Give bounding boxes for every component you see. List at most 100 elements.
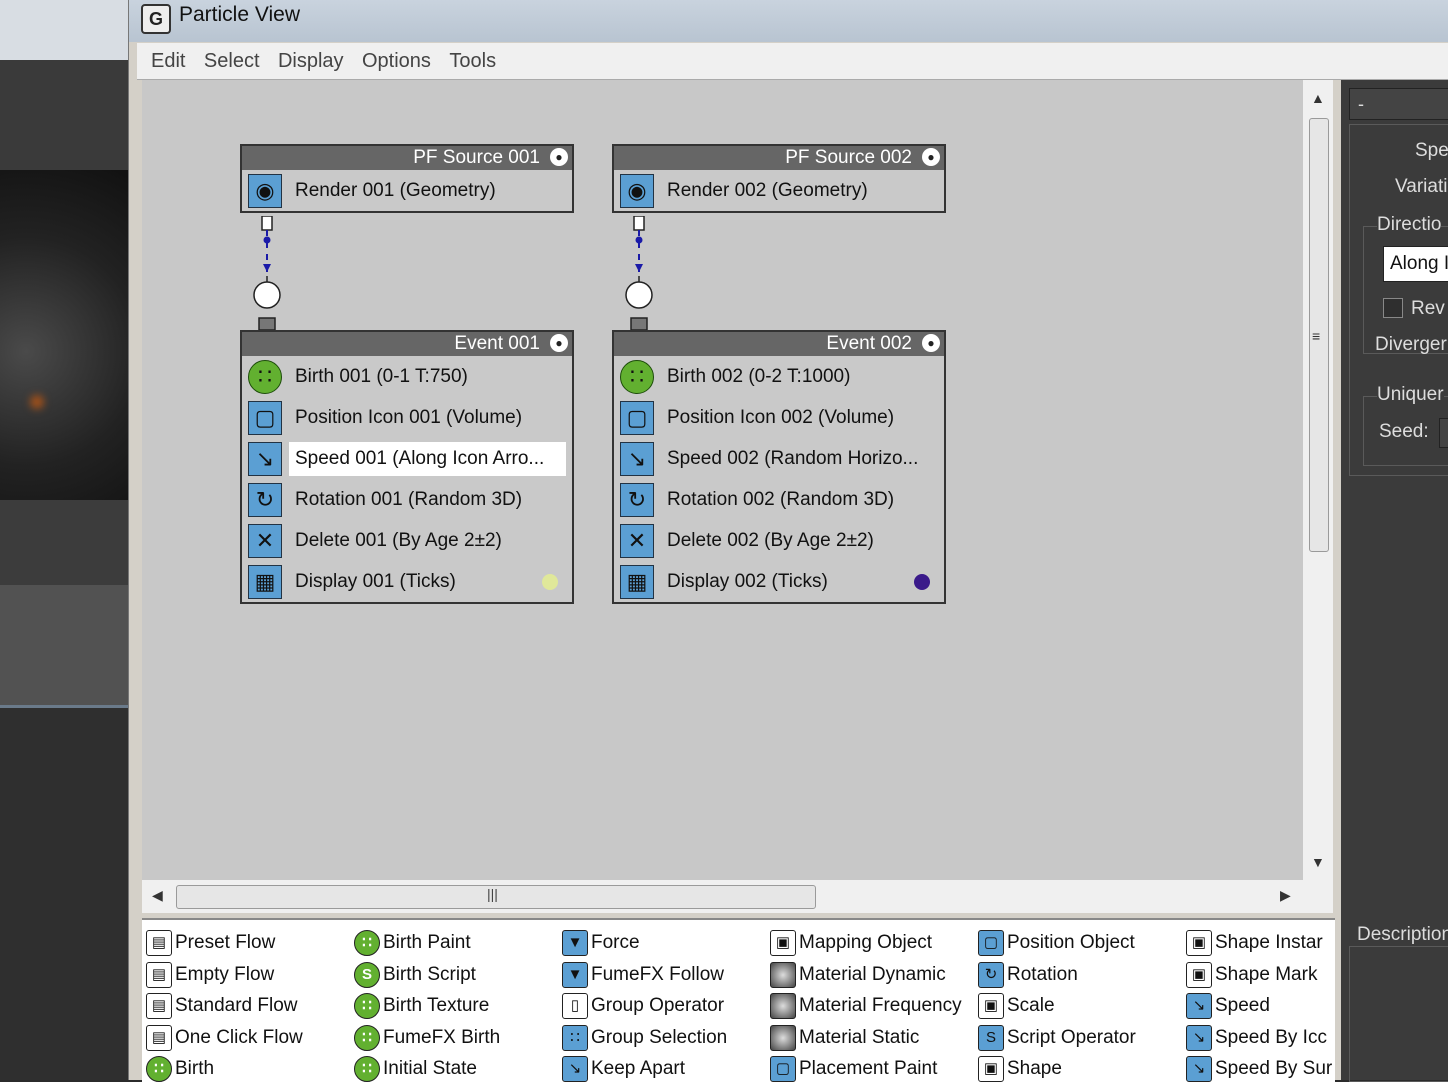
menu-display[interactable]: Display	[278, 43, 344, 79]
depot-item[interactable]: Material Frequency	[770, 991, 962, 1021]
scroll-up-arrow-icon[interactable]: ▲	[1311, 90, 1325, 106]
depot-item[interactable]: ▤ Empty Flow	[146, 960, 274, 990]
depot-item[interactable]: ▢ Placement Paint	[770, 1054, 937, 1082]
depot-item[interactable]: S Script Operator	[978, 1023, 1136, 1053]
menu-options[interactable]: Options	[362, 43, 431, 79]
depot-item[interactable]: Material Dynamic	[770, 960, 946, 990]
depot-item[interactable]: ▣ Scale	[978, 991, 1055, 1021]
depot-item[interactable]: ▤ Standard Flow	[146, 991, 298, 1021]
node-header[interactable]: PF Source 002 ●	[614, 146, 944, 170]
depot-item[interactable]: ▢ Position Object	[978, 928, 1135, 958]
depot-item[interactable]: ▣ Mapping Object	[770, 928, 932, 958]
wire-002[interactable]	[624, 216, 654, 336]
operator-row[interactable]: ◉ Render 001 (Geometry)	[242, 170, 572, 211]
particle-diagram-canvas[interactable]: PF Source 001 ● ◉ Render 001 (Geometry) …	[142, 80, 1304, 880]
node-header[interactable]: Event 002 ●	[614, 332, 944, 356]
direction-group-label: Directio	[1377, 214, 1442, 236]
depot-item[interactable]: ∷ Initial State	[354, 1054, 477, 1082]
operator-label: Delete 001 (By Age 2±2)	[295, 530, 502, 551]
viewport-strip	[0, 60, 135, 170]
depot-label: Speed By Icc	[1215, 1027, 1327, 1048]
title-bar[interactable]: G Particle View	[129, 0, 1448, 42]
vertical-scrollbar[interactable]: ▲ ≡ ▼	[1303, 80, 1333, 880]
depot-label: Scale	[1007, 995, 1055, 1016]
menu-tools[interactable]: Tools	[449, 43, 496, 79]
depot-item[interactable]: ▣ Shape	[978, 1054, 1062, 1082]
group-selection-icon: ∷	[562, 1024, 588, 1051]
depot-item[interactable]: ↘ Speed By Icc	[1186, 1023, 1327, 1053]
material-icon	[770, 992, 796, 1019]
depot-item[interactable]: Material Static	[770, 1023, 919, 1053]
scroll-down-arrow-icon[interactable]: ▼	[1311, 854, 1325, 870]
depot-item[interactable]: ▣ Shape Mark	[1186, 960, 1317, 990]
speed-by-surface-icon: ↘	[1186, 1055, 1212, 1082]
flow-icon: ▤	[146, 1024, 172, 1051]
lightbulb-icon[interactable]: ●	[922, 334, 940, 352]
depot-item[interactable]: S Birth Script	[354, 960, 476, 990]
operator-label: Render 002 (Geometry)	[667, 180, 868, 201]
depot-item[interactable]: ∷ Birth Texture	[354, 991, 489, 1021]
depot-item[interactable]: ∷ Group Selection	[562, 1023, 727, 1053]
depot-item[interactable]: ↘ Speed	[1186, 991, 1270, 1021]
depot-item[interactable]: ▼ Force	[562, 928, 640, 958]
operator-row[interactable]: ▦ Display 001 (Ticks)	[242, 561, 572, 602]
depot-item[interactable]: ↘ Keep Apart	[562, 1054, 685, 1082]
divergence-label: Diverger	[1375, 334, 1447, 355]
operator-row[interactable]: ✕ Delete 001 (By Age 2±2)	[242, 520, 572, 561]
menu-select[interactable]: Select	[204, 43, 260, 79]
operator-row[interactable]: ◉ Render 002 (Geometry)	[614, 170, 944, 211]
node-header[interactable]: Event 001 ●	[242, 332, 572, 356]
operator-row[interactable]: ▢ Position Icon 002 (Volume)	[614, 397, 944, 438]
node-header[interactable]: PF Source 001 ●	[242, 146, 572, 170]
depot-item[interactable]: ↻ Rotation	[978, 960, 1078, 990]
direction-dropdown[interactable]: Along I	[1383, 246, 1448, 282]
depot-item[interactable]: ▣ Shape Instar	[1186, 928, 1323, 958]
pf-source-001-node[interactable]: PF Source 001 ● ◉ Render 001 (Geometry)	[240, 144, 574, 213]
scroll-right-arrow-icon[interactable]: ▶	[1280, 887, 1291, 904]
menu-edit[interactable]: Edit	[151, 43, 185, 79]
depot-item[interactable]: ∷ Birth	[146, 1054, 214, 1082]
reverse-checkbox[interactable]	[1383, 298, 1403, 318]
scroll-left-arrow-icon[interactable]: ◀	[152, 887, 163, 904]
material-icon	[770, 1024, 796, 1051]
operator-label: Delete 002 (By Age 2±2)	[667, 530, 874, 551]
pf-source-002-node[interactable]: PF Source 002 ● ◉ Render 002 (Geometry)	[612, 144, 946, 213]
display-color-dot[interactable]	[914, 574, 930, 590]
shape-icon: ▣	[978, 1055, 1004, 1082]
seed-label: Seed:	[1379, 421, 1429, 442]
depot-item[interactable]: ▤ One Click Flow	[146, 1023, 303, 1053]
rollout-header[interactable]: -	[1349, 88, 1448, 120]
operator-label: Display 002 (Ticks)	[667, 571, 828, 592]
operator-row[interactable]: ▦ Display 002 (Ticks)	[614, 561, 944, 602]
operator-row[interactable]: ∷ Birth 001 (0-1 T:750)	[242, 356, 572, 397]
operator-label: Rotation 001 (Random 3D)	[295, 489, 523, 510]
depot-item[interactable]: ∷ FumeFX Birth	[354, 1023, 500, 1053]
operator-row[interactable]: ∷ Birth 002 (0-2 T:1000)	[614, 356, 944, 397]
horizontal-scrollbar[interactable]: ◀ ||| ▶	[142, 880, 1333, 913]
delete-icon: ✕	[620, 524, 654, 558]
operator-row[interactable]: ↻ Rotation 001 (Random 3D)	[242, 479, 572, 520]
lightbulb-icon[interactable]: ●	[550, 148, 568, 166]
operator-row[interactable]: ▢ Position Icon 001 (Volume)	[242, 397, 572, 438]
viewport-strip	[0, 500, 130, 585]
operator-row[interactable]: ↘ Speed 002 (Random Horizo...	[614, 438, 944, 479]
lightbulb-icon[interactable]: ●	[550, 334, 568, 352]
event-002-node[interactable]: Event 002 ● ∷ Birth 002 (0-2 T:1000) ▢ P…	[612, 330, 946, 604]
seed-field[interactable]	[1439, 418, 1448, 448]
wire-001[interactable]	[252, 216, 282, 336]
operator-row[interactable]: ✕ Delete 002 (By Age 2±2)	[614, 520, 944, 561]
depot-item[interactable]: ▤ Preset Flow	[146, 928, 275, 958]
speed-label: Spe	[1415, 140, 1448, 161]
depot-item[interactable]: ▯ Group Operator	[562, 991, 724, 1021]
depot-item[interactable]: ∷ Birth Paint	[354, 928, 471, 958]
group-operator-icon: ▯	[562, 992, 588, 1019]
depot-item[interactable]: ▼ FumeFX Follow	[562, 960, 724, 990]
shape-instance-icon: ▣	[1186, 929, 1212, 956]
operator-row-selected[interactable]: ↘ Speed 001 (Along Icon Arro...	[242, 438, 572, 479]
app-icon[interactable]: G	[141, 4, 171, 34]
display-color-dot[interactable]	[542, 574, 558, 590]
event-001-node[interactable]: Event 001 ● ∷ Birth 001 (0-1 T:750) ▢ Po…	[240, 330, 574, 604]
lightbulb-icon[interactable]: ●	[922, 148, 940, 166]
depot-item[interactable]: ↘ Speed By Sur	[1186, 1054, 1332, 1082]
operator-row[interactable]: ↻ Rotation 002 (Random 3D)	[614, 479, 944, 520]
